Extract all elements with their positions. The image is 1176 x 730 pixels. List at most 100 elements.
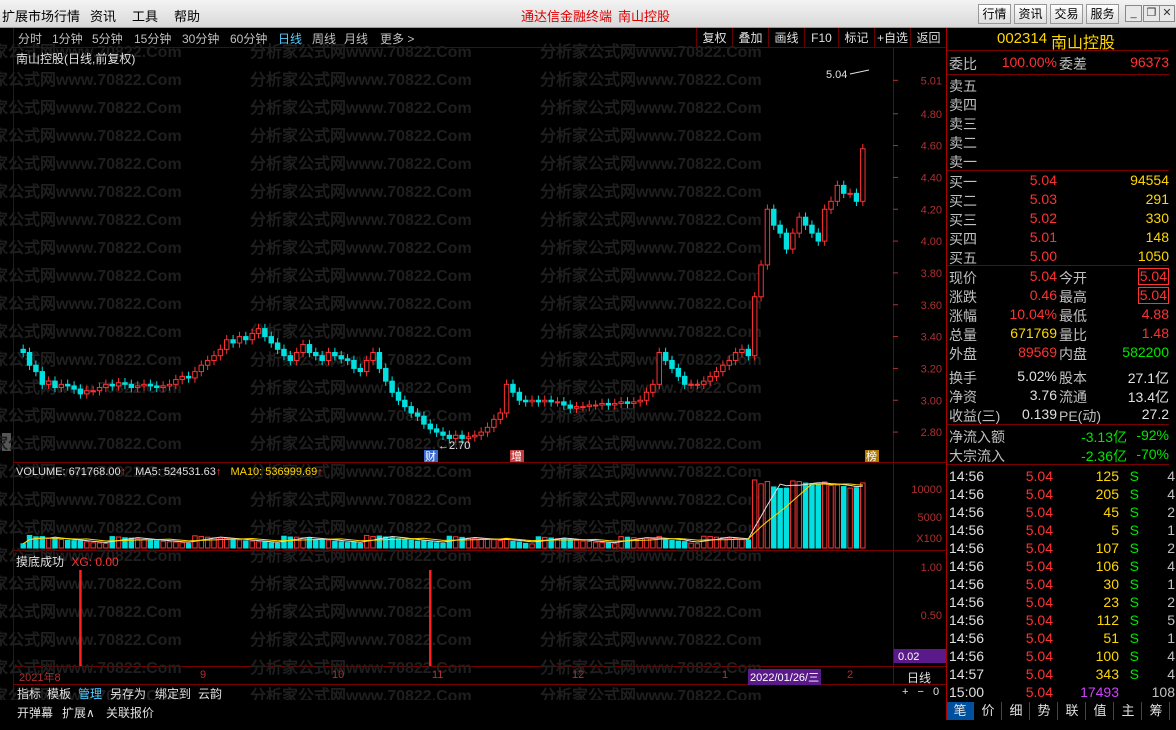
volume-bar [154,540,160,549]
period-tab-2[interactable]: 5分钟 [92,30,123,47]
volume-bar [90,542,96,549]
top-button-news[interactable]: 资讯 [1014,4,1047,24]
volume-bar [395,538,402,549]
candle-body [249,332,255,341]
tool-button-0[interactable]: 复权 [696,28,732,48]
volume-bar [542,536,548,549]
tick-row: 14:56 5.04 205 S 4 [949,486,1175,502]
period-tab-5[interactable]: 60分钟 [230,30,267,47]
period-tab-8[interactable]: 月线 [344,30,368,47]
restore-icon[interactable]: ❐ [1143,5,1160,22]
stat-row: 外盘 89569 内盘 582200 [949,344,1169,362]
menu-item-news[interactable]: 资讯 [90,6,116,25]
top-button-service[interactable]: 服务 [1086,4,1119,24]
period-tab-1[interactable]: 1分钟 [52,30,83,47]
period-tab-7[interactable]: 周线 [312,30,336,47]
candle-body [338,355,344,360]
tool-button-3[interactable]: F10 [804,28,838,48]
price-tick-label: 5.01 [921,75,942,87]
candle-body [764,208,771,266]
menu-item-help[interactable]: 帮助 [174,6,200,25]
danmu-button[interactable]: 开弹幕 [17,704,53,721]
volume-bar [681,541,688,549]
candle-body [64,383,71,387]
price-tick-label: 3.60 [921,300,942,312]
candle-body [274,342,281,350]
period-tab-6[interactable]: 日线 [278,30,302,47]
period-tab-9[interactable]: 更多 > [380,30,414,47]
volume-bar [567,539,573,549]
volume-bar [230,539,236,549]
quote-tab-5[interactable]: 值 [1087,702,1114,720]
candle-body [758,264,764,298]
volume-ma10: MA10: 536999.69 [230,466,318,478]
period-tab-4[interactable]: 30分钟 [182,30,219,47]
menu-item-market[interactable]: 扩展市场行情 [2,6,80,25]
volume-bar [166,541,173,549]
volume-bar [605,542,612,549]
top-button-quotes[interactable]: 行情 [978,4,1011,24]
stat-row: 换手 5.02% 股本 27.1亿 [949,368,1169,386]
candle-body [103,383,109,389]
period-tab-3[interactable]: 15分钟 [134,30,171,47]
expand-button[interactable]: 扩展∧ [62,704,95,721]
tool-button-2[interactable]: 画线 [768,28,804,48]
menu-item-tools[interactable]: 工具 [132,6,158,25]
candle-body [631,401,637,404]
volume-bar [185,543,192,549]
candle-body [739,348,745,354]
quote-tab-3[interactable]: 势 [1031,702,1058,720]
quote-tab-7[interactable]: 筹 [1143,702,1170,720]
quote-tab-2[interactable]: 细 [1003,702,1030,720]
candle-body [71,385,77,390]
indicator-tick-label: 0.02 [898,651,919,663]
candle-body [675,367,682,377]
quote-tab-4[interactable]: 联 [1059,702,1086,720]
minimize-icon[interactable]: _ [1125,5,1142,22]
quote-tab-6[interactable]: 主 [1115,702,1142,720]
stat-row: 涨跌 0.46 最高 5.04 [949,287,1169,305]
left-scroll-strip[interactable] [0,28,14,700]
price-tick-label: 4.20 [921,204,942,216]
quote-tab-1[interactable]: 价 [975,702,1002,720]
candle-body [529,399,535,403]
top-button-trade[interactable]: 交易 [1050,4,1083,24]
candle-body [542,399,548,403]
volume-bar [147,539,154,549]
candle-body [440,431,446,436]
stat-row: 总量 671769 量比 1.48 [949,325,1169,343]
tool-button-1[interactable]: 叠加 [732,28,768,48]
volume-bar [484,539,491,549]
tool-button-4[interactable]: 标记 [838,28,874,48]
candle-body [573,406,580,409]
volume-bar [77,540,84,549]
candle-body [561,401,567,406]
volume-bar [452,536,459,549]
volume-bar [325,539,332,549]
volume-bar [198,535,205,549]
candle-body [147,383,154,387]
candle-body [796,216,802,234]
kline-chart[interactable]: 5.01 4.80 4.60 4.40 4.20 4.00 3.80 3.60 3.40 3.20… [14,48,946,684]
buy-row: 买四 5.01 148 [949,229,1169,247]
volume-bar [809,483,815,549]
volume-bar [249,540,255,549]
candle-body [370,352,376,361]
close-icon[interactable]: ✕ [1159,5,1175,22]
candle-body [637,399,643,403]
volume-bar [370,535,376,549]
volume-bar [662,539,669,549]
sell-row: 卖五 [949,78,977,94]
volume-bar [383,536,389,549]
tick-row: 14:56 5.04 106 S 4 [949,558,1175,574]
tool-button-5[interactable]: +自选 [874,28,910,48]
quote-tab-0[interactable]: 笔 [947,702,974,720]
volume-bar [179,542,185,549]
candle-body [472,434,478,438]
volume-bar [52,538,58,549]
related-quote-button[interactable]: 关联报价 [106,704,154,721]
splitter-handle[interactable] [2,433,11,451]
tool-button-6[interactable]: 返回 [910,28,946,48]
period-tab-0[interactable]: 分时 [18,30,42,47]
candle-body [376,352,383,369]
